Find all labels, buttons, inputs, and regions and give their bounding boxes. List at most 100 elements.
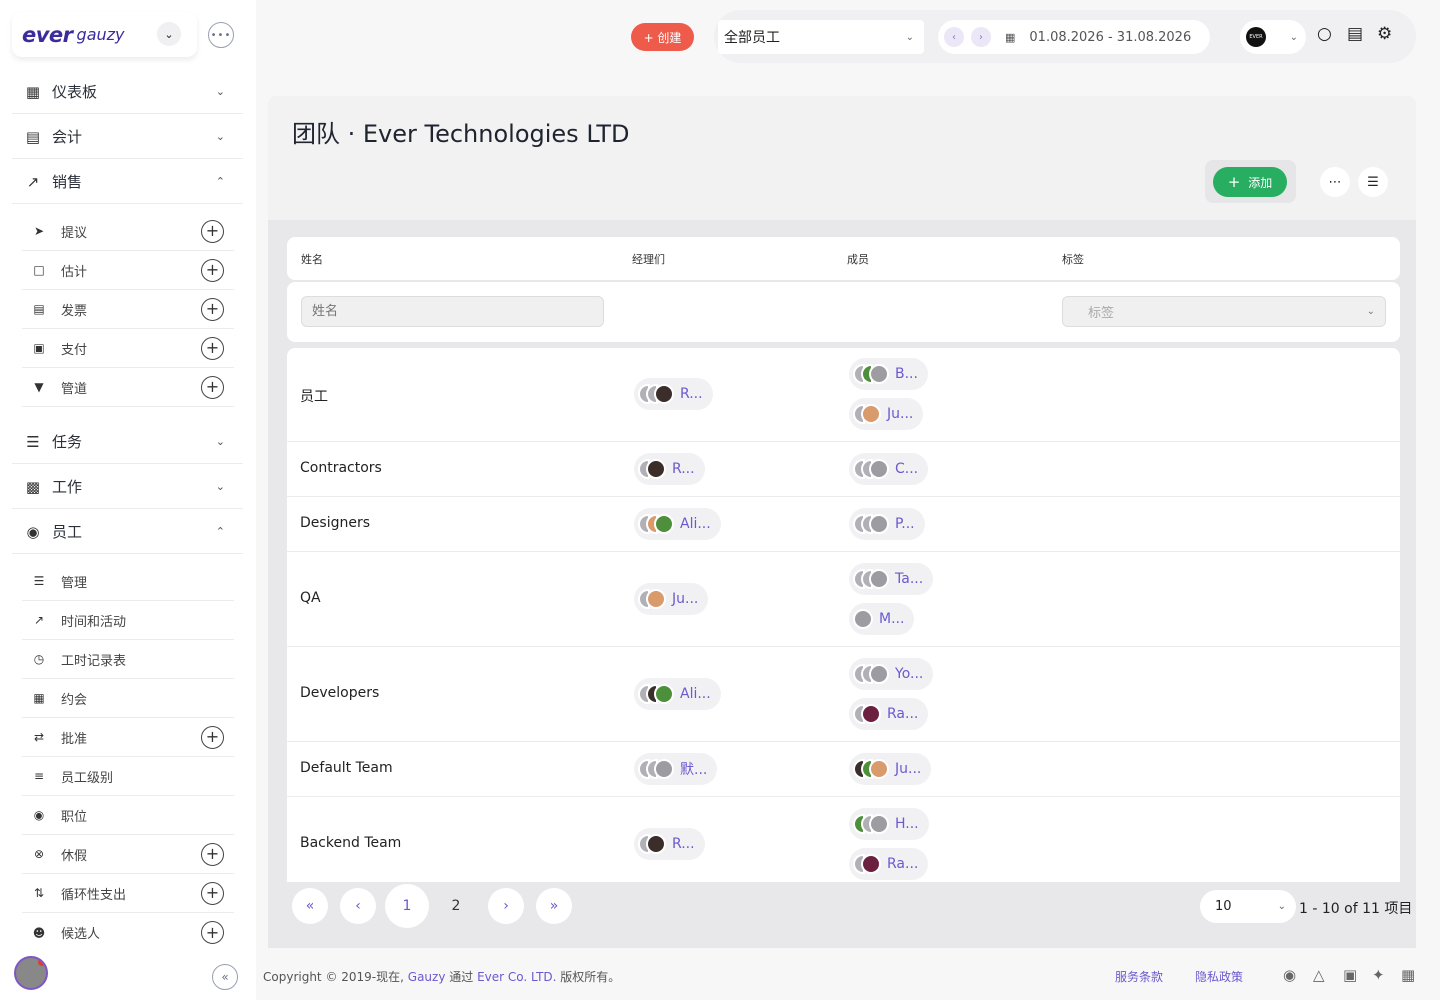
- sidebar-item-approvals[interactable]: ⇄ 批准 +: [22, 718, 234, 757]
- nav-dashboard[interactable]: ▦ 仪表板 ⌄: [12, 70, 243, 114]
- manager-chip[interactable]: Ju...: [634, 583, 709, 615]
- table-row[interactable]: Backend Team R... H... Ra...: [287, 797, 1400, 882]
- member-chip[interactable]: C...: [849, 453, 929, 485]
- add-time-off-button[interactable]: +: [201, 842, 224, 866]
- column-header-members[interactable]: 成员: [847, 251, 869, 267]
- sidebar-item-employee-levels[interactable]: ≡ 员工级别: [22, 757, 234, 796]
- nav-sales[interactable]: ↗ 销售 ⌃: [12, 160, 243, 204]
- member-chip[interactable]: Ra...: [849, 698, 929, 730]
- add-payment-button[interactable]: +: [201, 336, 224, 360]
- sidebar-item-positions[interactable]: ◉ 职位: [22, 796, 234, 835]
- sidebar-item-candidates[interactable]: ☻ 候选人 +: [22, 913, 234, 952]
- table-row[interactable]: QA Ju... Ta... M...: [287, 552, 1400, 647]
- member-chip[interactable]: Ra...: [849, 848, 929, 880]
- add-estimate-button[interactable]: +: [201, 258, 224, 282]
- member-chip[interactable]: Ju...: [849, 398, 924, 430]
- linkedin-icon[interactable]: ▦: [1401, 966, 1415, 984]
- list-view-icon[interactable]: ☰: [1358, 167, 1388, 197]
- member-chip[interactable]: Yo...: [849, 658, 934, 690]
- sidebar-item-proposals[interactable]: ➤ 提议 +: [22, 212, 234, 251]
- last-page-button[interactable]: »: [536, 888, 572, 924]
- gauzy-link[interactable]: Gauzy: [408, 970, 446, 984]
- paper-plane-icon: ➤: [33, 224, 45, 238]
- sidebar-item-time-off[interactable]: ⊗ 休假 +: [22, 835, 234, 874]
- column-header-name[interactable]: 姓名: [301, 251, 323, 267]
- table-row[interactable]: Designers Ali... P...: [287, 497, 1400, 552]
- brand-logo[interactable]: ever gauzy ⌄: [12, 12, 197, 57]
- more-options-icon[interactable]: •••: [208, 22, 234, 48]
- sidebar-item-payments[interactable]: ▣ 支付 +: [22, 329, 234, 368]
- manager-chip[interactable]: Ali...: [634, 678, 721, 710]
- page-button-1[interactable]: 1: [385, 884, 429, 928]
- column-header-tags[interactable]: 标签: [1062, 251, 1084, 267]
- add-invoice-button[interactable]: +: [201, 297, 224, 321]
- date-range-picker[interactable]: ‹ › ▦ 01.08.2026 - 31.08.2026: [938, 20, 1210, 54]
- table-row[interactable]: Developers Ali... Yo... Ra...: [287, 647, 1400, 742]
- manager-chip[interactable]: Ali...: [634, 508, 721, 540]
- privacy-link[interactable]: 隐私政策: [1195, 968, 1243, 985]
- sidebar-item-invoices[interactable]: ▤ 发票 +: [22, 290, 234, 329]
- gift-icon[interactable]: ▤: [1347, 24, 1363, 44]
- first-page-button[interactable]: «: [292, 888, 328, 924]
- sidebar-item-estimates[interactable]: □ 估计 +: [22, 251, 234, 290]
- nav-jobs[interactable]: ▩ 工作 ⌄: [12, 465, 243, 509]
- chevron-left-icon[interactable]: ‹: [944, 27, 964, 47]
- add-recurring-expense-button[interactable]: +: [201, 881, 224, 905]
- nav-tasks[interactable]: ☰ 任务 ⌄: [12, 420, 243, 464]
- table-row[interactable]: Default Team 默... Ju...: [287, 742, 1400, 797]
- add-pipeline-button[interactable]: +: [201, 375, 224, 399]
- member-chip[interactable]: M...: [849, 603, 915, 635]
- column-header-managers[interactable]: 经理们: [632, 251, 665, 267]
- organization-select[interactable]: EVER ⌄: [1240, 20, 1306, 54]
- member-name: Ju...: [895, 761, 922, 777]
- page-button-2[interactable]: 2: [438, 888, 474, 924]
- user-avatar[interactable]: [14, 956, 48, 990]
- next-page-button[interactable]: ›: [488, 888, 524, 924]
- manager-chip[interactable]: R...: [634, 453, 705, 485]
- sidebar-item-time-activity[interactable]: ↗ 时间和活动: [22, 601, 234, 640]
- manager-chip[interactable]: R...: [634, 378, 713, 410]
- create-button[interactable]: + 创建: [631, 23, 694, 51]
- gitlab-icon[interactable]: △: [1313, 966, 1325, 984]
- employee-select[interactable]: 全部员工 ⌄: [718, 20, 924, 54]
- nav-employees[interactable]: ◉ 员工 ⌃: [12, 510, 243, 554]
- member-chip[interactable]: Ju...: [849, 753, 932, 785]
- company-link[interactable]: Ever Co. LTD.: [477, 970, 556, 984]
- sidebar-item-pipelines[interactable]: ▼ 管道 +: [22, 368, 234, 407]
- table-row[interactable]: 员工 R... B... Ju...: [287, 348, 1400, 442]
- add-candidate-button[interactable]: +: [201, 921, 224, 944]
- sidebar-item-recurring-expenses[interactable]: ⇅ 循环性支出 +: [22, 874, 234, 913]
- table-row[interactable]: Contractors R... C...: [287, 442, 1400, 497]
- manager-chip[interactable]: R...: [634, 828, 705, 860]
- member-chip[interactable]: B...: [849, 358, 928, 390]
- prev-page-button[interactable]: ‹: [340, 888, 376, 924]
- member-chip[interactable]: H...: [849, 808, 929, 840]
- chevron-right-icon[interactable]: ›: [971, 27, 991, 47]
- add-button[interactable]: + 添加: [1213, 167, 1287, 197]
- terms-link[interactable]: 服务条款: [1115, 968, 1163, 985]
- member-chip[interactable]: Ta...: [849, 563, 934, 595]
- manager-name: 默...: [680, 762, 708, 778]
- facebook-icon[interactable]: ▣: [1343, 966, 1357, 984]
- collapse-sidebar-icon[interactable]: «: [212, 964, 238, 990]
- sidebar-item-timesheets[interactable]: ◷ 工时记录表: [22, 640, 234, 679]
- chevron-down-icon[interactable]: ⌄: [157, 22, 181, 46]
- add-approval-button[interactable]: +: [201, 725, 224, 749]
- add-proposal-button[interactable]: +: [201, 219, 224, 243]
- github-icon[interactable]: ◉: [1283, 966, 1296, 984]
- per-page-select[interactable]: 10 ⌄: [1200, 890, 1296, 923]
- member-chip[interactable]: P...: [849, 508, 925, 540]
- pagination-range: 1 - 10 of 11 项目: [1299, 901, 1413, 917]
- twitter-icon[interactable]: ✦: [1372, 966, 1385, 984]
- grid-view-icon[interactable]: ⋯: [1320, 167, 1350, 197]
- chat-icon[interactable]: ○: [1317, 24, 1332, 44]
- sidebar: ever gauzy ⌄ ••• ▦ 仪表板 ⌄ ▤ 会计 ⌄ ↗ 销售 ⌃ ➤…: [0, 0, 256, 1000]
- gear-icon[interactable]: ⚙: [1377, 24, 1392, 44]
- nav-accounting[interactable]: ▤ 会计 ⌄: [12, 115, 243, 159]
- tags-filter-select[interactable]: 标签 ⌄: [1062, 296, 1386, 327]
- sidebar-item-manage[interactable]: ☰ 管理: [22, 562, 234, 601]
- sidebar-item-label: 工时记录表: [61, 653, 127, 669]
- name-filter-input[interactable]: [301, 296, 604, 327]
- manager-chip[interactable]: 默...: [634, 753, 718, 785]
- sidebar-item-appointments[interactable]: ▦ 约会: [22, 679, 234, 718]
